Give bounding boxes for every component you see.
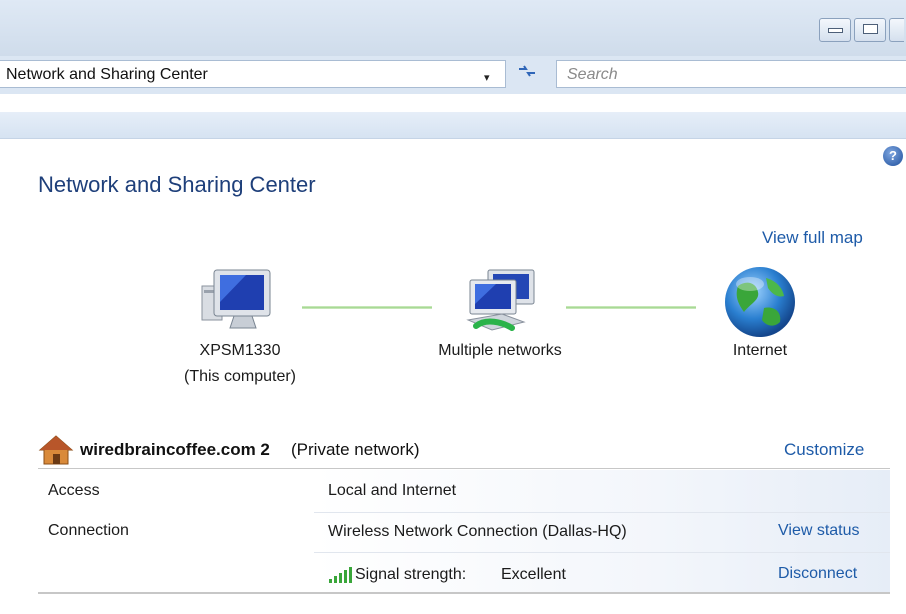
access-label: Access <box>48 482 100 499</box>
internet-label: Internet <box>732 342 788 359</box>
address-dropdown-icon[interactable]: ▾ <box>484 71 490 84</box>
divider <box>314 552 890 553</box>
computer-icon[interactable] <box>196 266 276 338</box>
address-path: Network and Sharing Center <box>6 66 208 83</box>
network-header: wiredbraincoffee.com 2 (Private network)… <box>38 434 890 468</box>
help-button[interactable]: ? <box>883 146 903 166</box>
network-name: wiredbraincoffee.com 2 <box>80 440 270 459</box>
window-controls <box>819 18 904 42</box>
access-value: Local and Internet <box>328 482 457 499</box>
signal-strength-value: Excellent <box>501 566 566 583</box>
minimize-icon <box>828 28 843 33</box>
divider <box>38 592 890 594</box>
divider <box>314 512 890 513</box>
signal-strength-icon <box>329 567 352 583</box>
computer-sublabel: (This computer) <box>183 368 297 385</box>
address-row: Network and Sharing Center ▾ Search <box>0 56 906 94</box>
internet-globe-icon[interactable] <box>722 264 798 340</box>
connector-line <box>566 306 696 309</box>
signal-strength-label: Signal strength: <box>355 566 467 583</box>
connection-label: Connection <box>48 522 129 539</box>
home-network-icon <box>38 435 74 465</box>
multiple-networks-icon[interactable] <box>462 268 542 338</box>
refresh-icon <box>519 65 535 77</box>
refresh-button[interactable] <box>512 62 542 86</box>
view-status-link[interactable]: View status <box>778 522 860 540</box>
search-placeholder: Search <box>567 66 618 83</box>
page-title: Network and Sharing Center <box>38 172 316 197</box>
computer-name: XPSM1330 <box>199 342 281 359</box>
customize-link[interactable]: Customize <box>784 440 864 460</box>
disconnect-link[interactable]: Disconnect <box>778 565 857 583</box>
maximize-button[interactable] <box>854 18 886 42</box>
minimize-button[interactable] <box>819 18 851 42</box>
title-bar <box>0 0 906 56</box>
divider <box>38 468 890 469</box>
connector-line <box>302 306 432 309</box>
maximize-icon <box>863 24 878 34</box>
close-button[interactable] <box>889 18 904 42</box>
network-type: (Private network) <box>291 440 420 459</box>
multiple-networks-label: Multiple networks <box>438 342 562 359</box>
view-full-map-link[interactable]: View full map <box>762 228 863 248</box>
connection-value: Wireless Network Connection (Dallas-HQ) <box>328 523 627 540</box>
address-bar[interactable]: Network and Sharing Center ▾ <box>0 60 506 88</box>
search-input[interactable]: Search <box>556 60 906 88</box>
menu-spacer <box>0 94 906 112</box>
command-bar <box>0 112 906 139</box>
